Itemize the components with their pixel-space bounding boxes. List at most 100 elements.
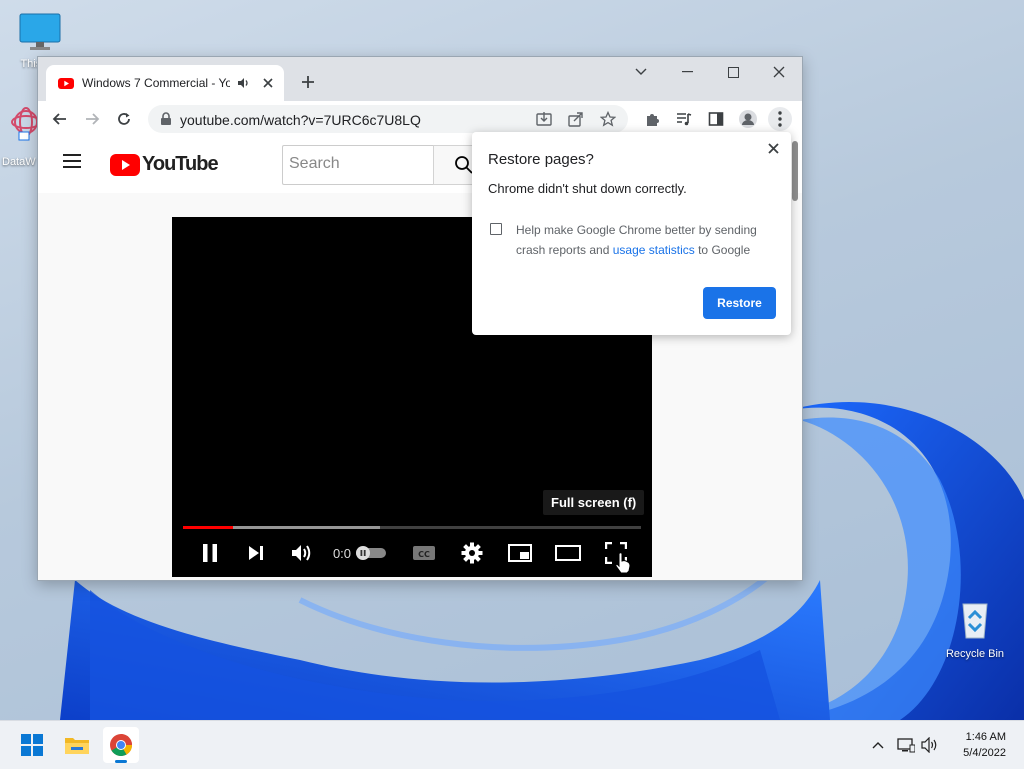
- dialog-message: Chrome didn't shut down correctly.: [488, 181, 687, 196]
- windows-logo-icon: [21, 734, 43, 756]
- pause-icon: [203, 544, 217, 562]
- side-panel-icon: [708, 112, 724, 126]
- show-hidden-icons-button[interactable]: [868, 735, 888, 755]
- speaker-icon: [921, 737, 937, 753]
- start-button[interactable]: [14, 727, 50, 763]
- chrome-taskbar-button[interactable]: [103, 727, 139, 763]
- hamburger-icon: [63, 154, 81, 168]
- closed-captions-icon: CC: [413, 546, 435, 560]
- autoplay-toggle[interactable]: [354, 537, 388, 569]
- active-app-indicator: [115, 760, 127, 763]
- desktop-icon-label: DataW: [2, 156, 36, 168]
- minimize-button[interactable]: [664, 57, 710, 87]
- profile-button[interactable]: [736, 107, 760, 131]
- crash-report-label: Help make Google Chrome better by sendin…: [516, 220, 778, 260]
- taskbar-clock[interactable]: 1:46 AM 5/4/2022: [963, 729, 1006, 761]
- hand-cursor-icon: [615, 552, 631, 574]
- progress-played: [183, 526, 234, 529]
- network-button[interactable]: [894, 735, 918, 755]
- url-text: youtube.com/watch?v=7URC6c7U8LQ: [180, 112, 421, 128]
- maximize-icon: [727, 66, 739, 78]
- desktop-icon-this-pc[interactable]: This PC: [10, 12, 70, 70]
- svg-text:CC: CC: [418, 550, 430, 559]
- subtitles-button[interactable]: CC: [408, 537, 440, 569]
- volume-button[interactable]: [918, 735, 942, 755]
- settings-button[interactable]: [456, 537, 488, 569]
- install-app-icon[interactable]: [536, 111, 552, 127]
- plus-icon: [302, 76, 314, 88]
- bookmark-star-icon[interactable]: [600, 111, 616, 127]
- close-window-button[interactable]: [756, 57, 802, 87]
- side-panel-button[interactable]: [704, 107, 728, 131]
- miniplayer-button[interactable]: [504, 537, 536, 569]
- theater-mode-icon: [555, 545, 581, 561]
- guide-menu-button[interactable]: [62, 153, 86, 177]
- gear-icon: [461, 542, 483, 564]
- browser-tab[interactable]: Windows 7 Commercial - You: [46, 65, 284, 101]
- audio-playing-icon[interactable]: [236, 76, 250, 90]
- restore-button[interactable]: Restore: [703, 287, 776, 319]
- close-icon: [767, 142, 779, 154]
- clock-date: 5/4/2022: [963, 747, 1006, 759]
- playlist-music-icon: [677, 113, 692, 126]
- extensions-button[interactable]: [640, 107, 664, 131]
- autoplay-toggle-icon: [356, 546, 386, 560]
- fullscreen-tooltip: Full screen (f): [543, 490, 645, 515]
- crash-report-checkbox[interactable]: [490, 223, 502, 235]
- search-icon: [455, 156, 473, 174]
- forward-button[interactable]: [80, 107, 104, 131]
- tab-search-button[interactable]: [618, 57, 664, 87]
- system-tray: [868, 721, 942, 769]
- share-icon[interactable]: [568, 111, 584, 127]
- chrome-icon: [110, 734, 132, 756]
- usage-statistics-link[interactable]: usage statistics: [613, 243, 695, 257]
- skip-next-icon: [249, 546, 263, 560]
- chrome-menu-button[interactable]: [768, 107, 792, 131]
- folder-icon: [65, 738, 89, 754]
- theater-mode-button[interactable]: [552, 537, 584, 569]
- page-scrollbar[interactable]: [792, 141, 798, 201]
- search-input[interactable]: Search: [282, 145, 433, 185]
- lock-icon: [161, 112, 171, 125]
- current-time: 0:0: [332, 545, 352, 561]
- desktop-icon-recycle-bin[interactable]: Recycle Bin: [942, 598, 1008, 660]
- media-controls-button[interactable]: [672, 107, 696, 131]
- volume-icon: [292, 545, 311, 561]
- avatar-icon: [739, 110, 757, 128]
- title-bar: Windows 7 Commercial - You: [38, 57, 802, 101]
- search-placeholder: Search: [289, 155, 340, 172]
- youtube-logo-text: YouTube: [142, 153, 219, 175]
- puzzle-icon: [647, 114, 659, 126]
- reload-button[interactable]: [112, 107, 136, 131]
- monitor-icon: [19, 13, 61, 50]
- tab-close-icon[interactable]: [262, 77, 274, 89]
- file-explorer-button[interactable]: [59, 727, 95, 763]
- time-display: 0:0: [332, 537, 352, 569]
- recycle-bin-icon: [962, 603, 988, 639]
- arrow-left-icon: [52, 113, 66, 125]
- youtube-logo[interactable]: YouTube: [110, 153, 219, 176]
- reload-icon: [118, 113, 130, 125]
- chevron-up-icon: [872, 742, 884, 749]
- desktop-icon-label: Recycle Bin: [945, 648, 1005, 660]
- restore-pages-dialog: Restore pages? Chrome didn't shut down c…: [472, 132, 791, 335]
- maximize-button[interactable]: [710, 57, 756, 87]
- next-button[interactable]: [240, 537, 272, 569]
- mute-button[interactable]: [286, 537, 318, 569]
- address-bar[interactable]: youtube.com/watch?v=7URC6c7U8LQ: [148, 105, 628, 133]
- progress-bar[interactable]: [183, 526, 641, 529]
- minimize-icon: [681, 71, 693, 73]
- help-text-suffix: to Google: [694, 243, 751, 257]
- dialog-close-button[interactable]: [763, 138, 783, 158]
- new-tab-button[interactable]: [296, 70, 320, 94]
- pause-button[interactable]: [194, 537, 226, 569]
- network-icon: [897, 738, 915, 753]
- miniplayer-icon: [508, 544, 532, 562]
- clock-time: 1:46 AM: [965, 731, 1006, 743]
- kebab-menu-icon: [778, 111, 782, 127]
- tab-title: Windows 7 Commercial - You: [82, 76, 230, 90]
- close-icon: [773, 66, 785, 78]
- youtube-logo-icon: [110, 153, 140, 176]
- back-button[interactable]: [48, 107, 72, 131]
- taskbar: 1:46 AM 5/4/2022: [0, 720, 1024, 769]
